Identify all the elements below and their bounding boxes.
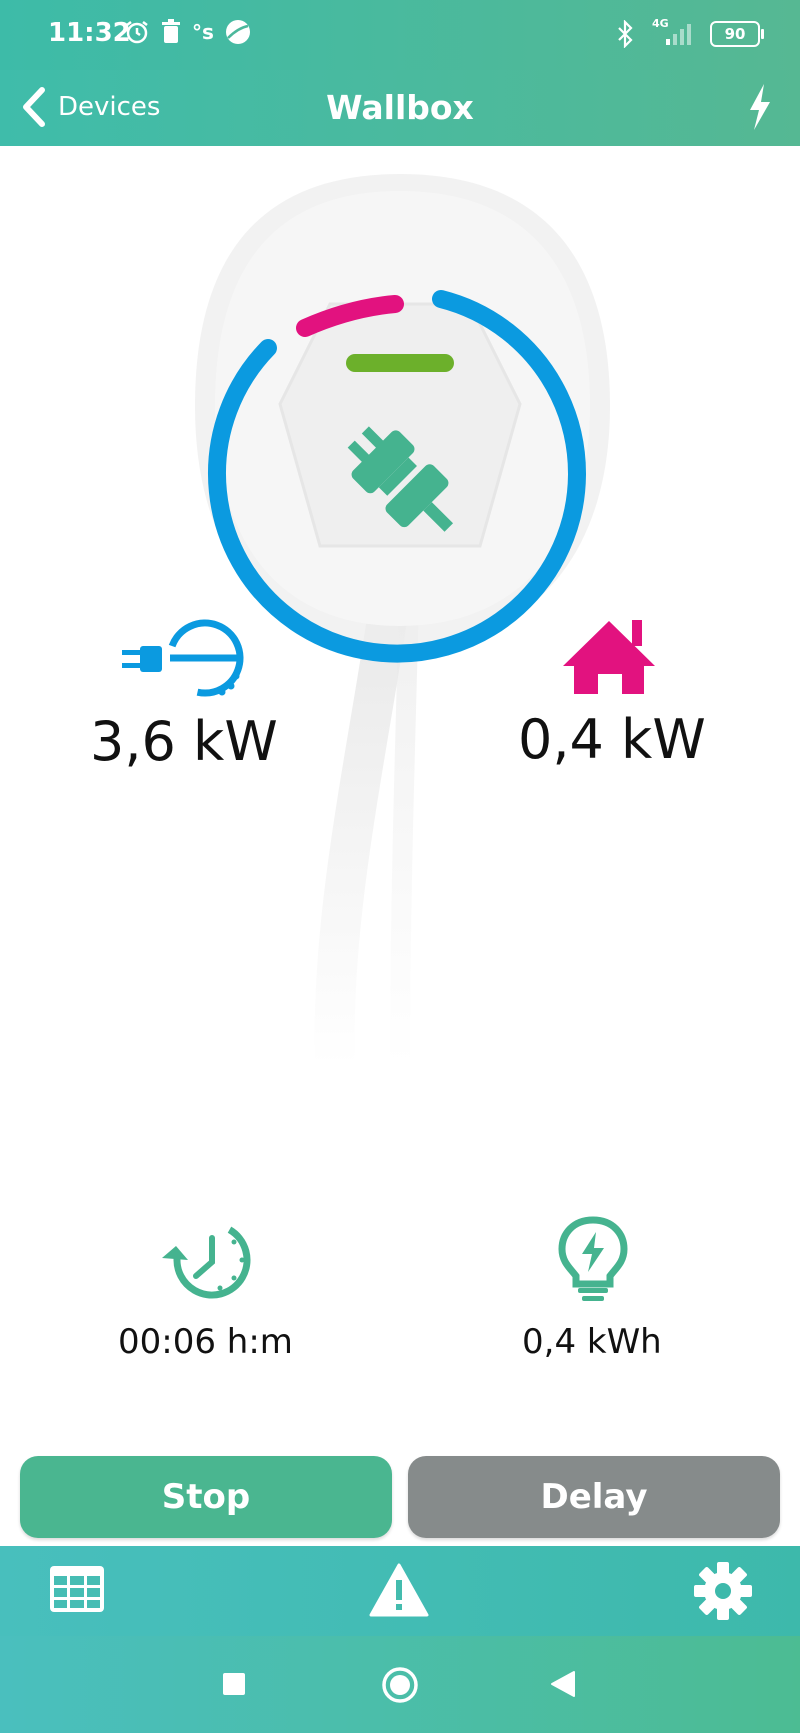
- back-nav-button[interactable]: [550, 1670, 576, 1702]
- back-label: Devices: [58, 92, 161, 122]
- car-charge-icon: [122, 619, 244, 697]
- ball-icon: [225, 20, 250, 44]
- app-header: Devices Wallbox: [0, 70, 800, 146]
- network-type: 4G: [652, 17, 669, 30]
- lightbulb-icon: [558, 1216, 628, 1301]
- warning-icon: [369, 1563, 429, 1617]
- status-icons-left: °s: [124, 18, 252, 46]
- house-power-value: 0,4 kW: [518, 708, 706, 771]
- tab-warnings[interactable]: [368, 1562, 430, 1622]
- signal-icon: 4G: [648, 17, 696, 47]
- home-button[interactable]: [380, 1665, 420, 1709]
- status-time: 11:32: [48, 18, 131, 48]
- car-power-value: 3,6 kW: [90, 710, 278, 773]
- square-icon: [223, 1673, 245, 1695]
- bolt-button[interactable]: [744, 82, 774, 136]
- settings-icon: [694, 1562, 752, 1620]
- wallbox-illustration: [122, 174, 655, 1067]
- status-icons-right: 4G 90: [616, 17, 764, 48]
- tab-settings[interactable]: [692, 1560, 754, 1626]
- battery-level: 90: [724, 25, 746, 43]
- timer-icon: [162, 1221, 251, 1299]
- alarm-icon: [126, 21, 148, 44]
- bottom-tab-bar: [0, 1546, 800, 1636]
- back-button[interactable]: Devices: [20, 86, 160, 128]
- house-icon: [563, 620, 655, 694]
- os-icon: °s: [192, 20, 214, 44]
- recents-button[interactable]: [222, 1672, 246, 1700]
- system-nav-bar: [0, 1636, 800, 1733]
- trash-icon: [162, 19, 180, 43]
- tab-overview[interactable]: [48, 1564, 106, 1618]
- chevron-left-icon: [23, 87, 45, 127]
- delay-button[interactable]: Delay: [408, 1456, 780, 1538]
- duration-value: 00:06 h:m: [118, 1322, 293, 1362]
- energy-value: 0,4 kWh: [522, 1322, 662, 1362]
- status-bar: 11:32 °s 4G 90: [0, 0, 800, 70]
- stop-button[interactable]: Stop: [20, 1456, 392, 1538]
- battery-icon: 90: [710, 21, 764, 47]
- triangle-back-icon: [551, 1671, 575, 1697]
- home-circle-icon: [382, 1667, 418, 1703]
- bluetooth-icon: [618, 20, 633, 48]
- grid-icon: [50, 1566, 104, 1612]
- status-led: [346, 354, 454, 372]
- bolt-icon: [750, 84, 770, 130]
